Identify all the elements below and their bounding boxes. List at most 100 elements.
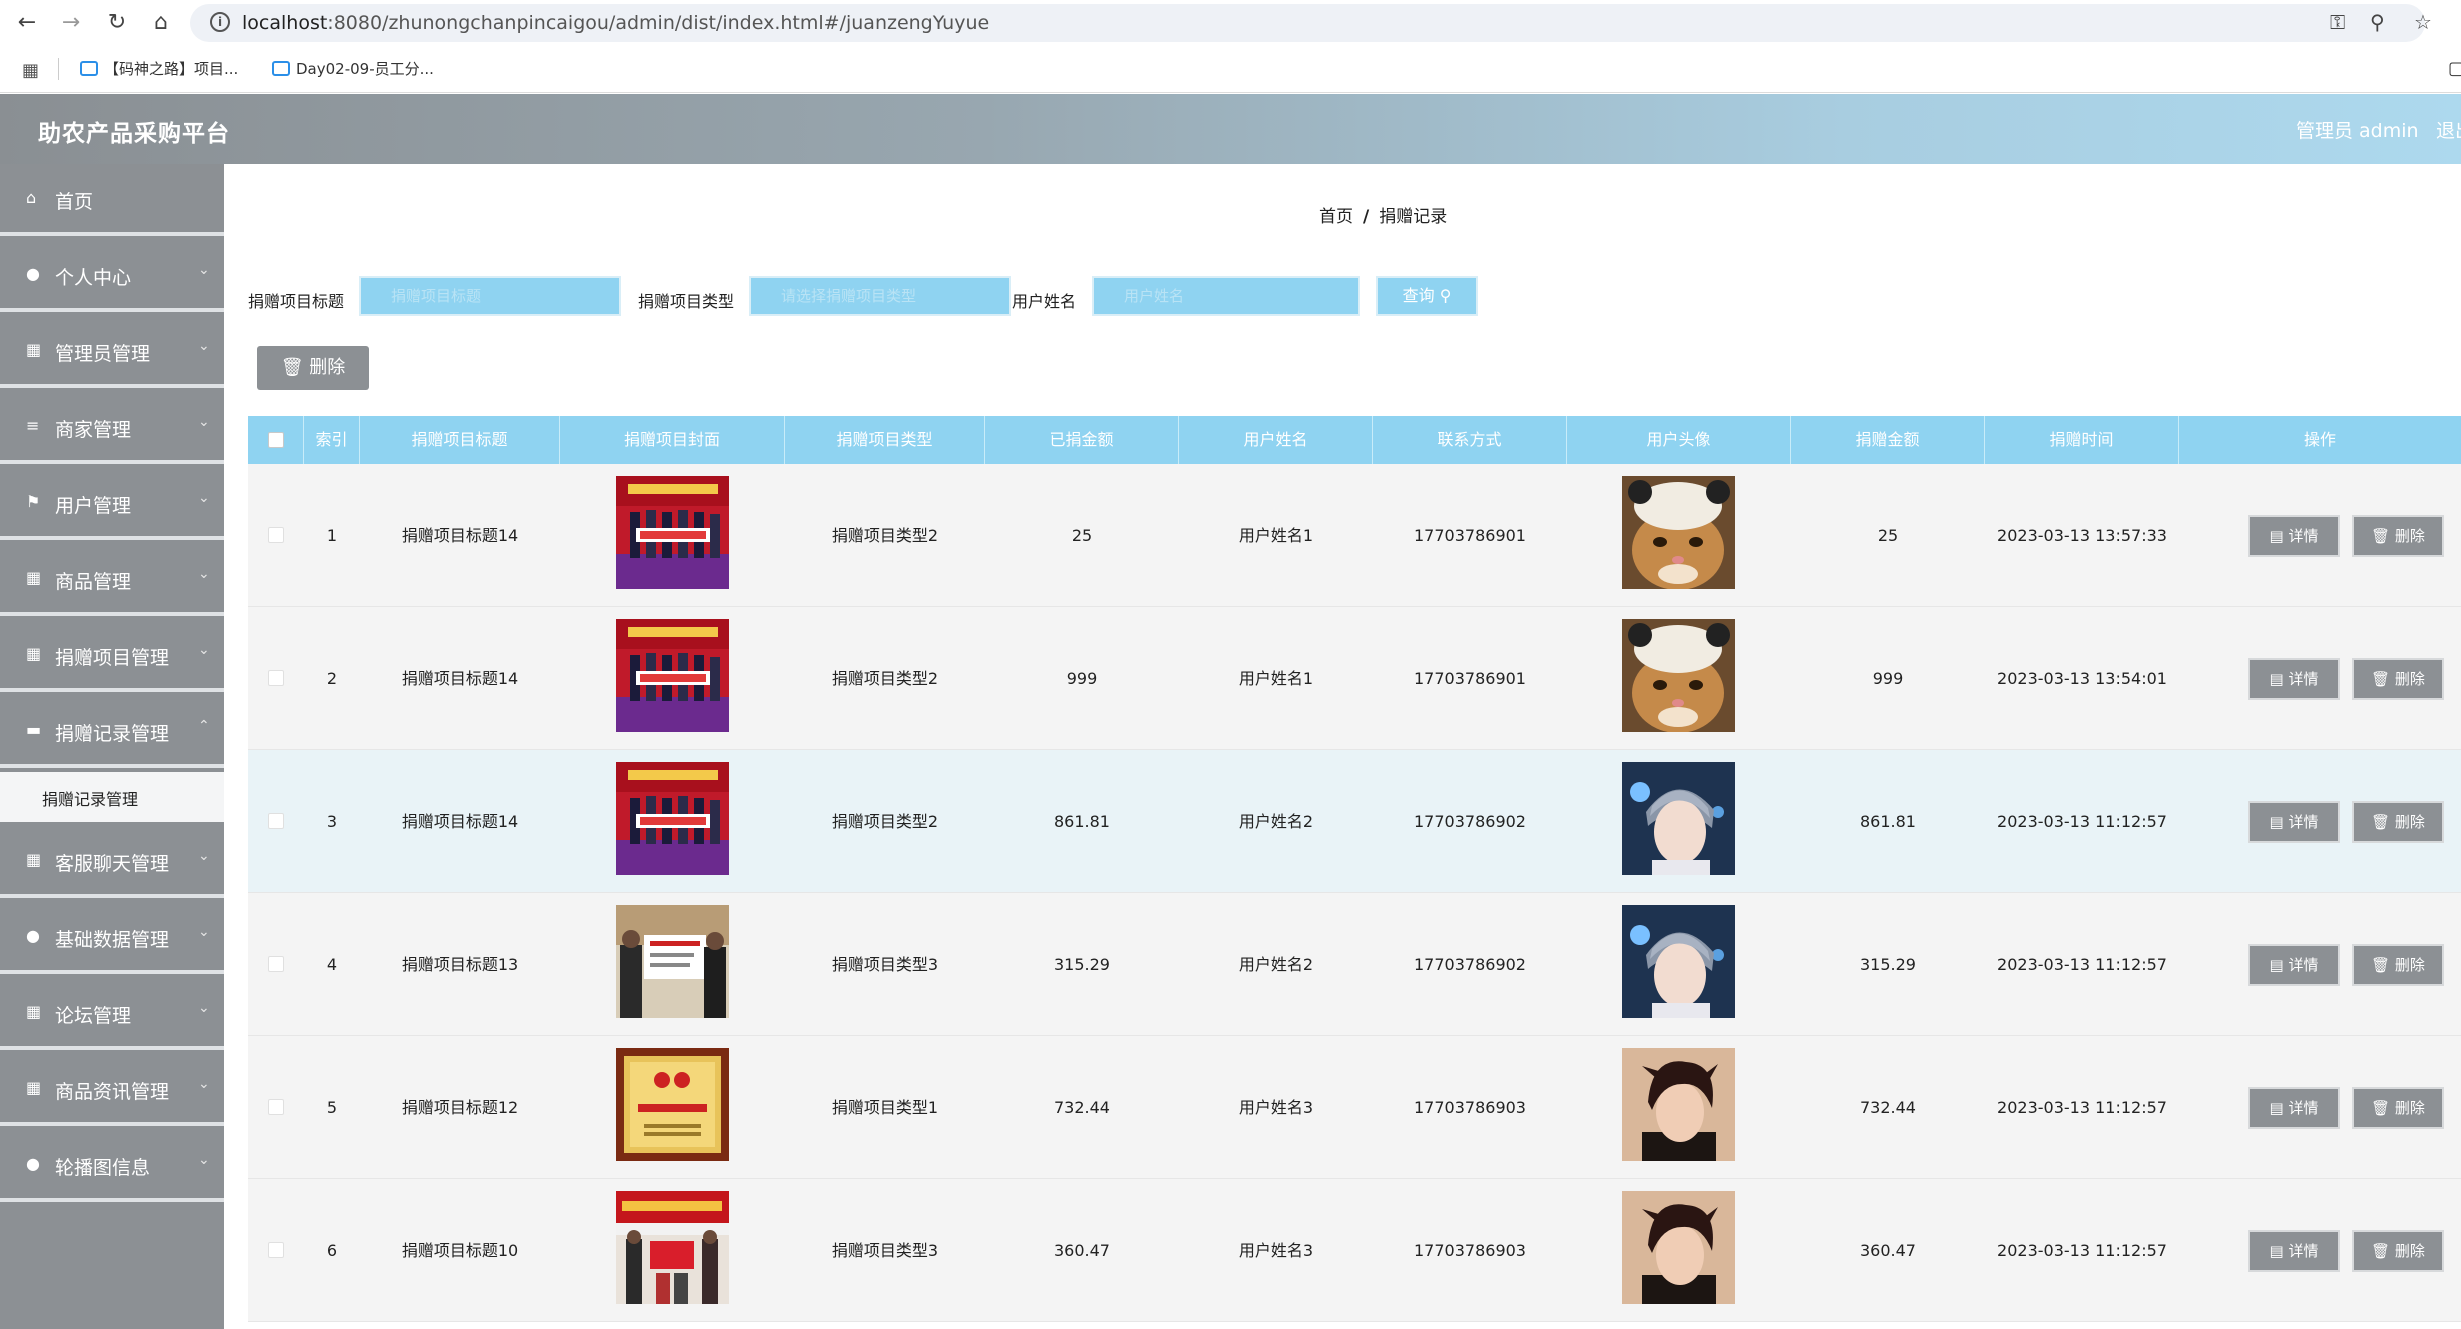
cell-type: 捐赠项目类型2 xyxy=(831,669,939,688)
row-delete-button[interactable]: 🗑 删除 xyxy=(2352,1087,2444,1129)
bookmark-item[interactable]: Day02-09-员工分... xyxy=(272,58,434,79)
user-avatar-image xyxy=(1622,619,1735,732)
breadcrumb: 首页 / 捐赠记录 xyxy=(1319,202,1447,227)
cell-time: 2023-03-13 11:12:57 xyxy=(1997,1241,2167,1260)
row-checkbox[interactable] xyxy=(268,670,284,686)
sidebar-item-profile[interactable]: ● 个人中心 ⌄ xyxy=(0,240,224,312)
user-avatar-image xyxy=(1622,1191,1735,1304)
project-cover-image xyxy=(616,1191,729,1304)
card-icon: ▬ xyxy=(26,720,42,739)
row-checkbox[interactable] xyxy=(268,956,284,972)
cell-title: 捐赠项目标题14 xyxy=(401,812,519,831)
zoom-icon[interactable]: ⚲ xyxy=(2370,10,2385,34)
project-cover-image xyxy=(616,476,729,589)
detail-button[interactable]: ▤ 详情 xyxy=(2248,658,2340,700)
grid-icon: ▦ xyxy=(26,568,42,587)
sidebar-item-users[interactable]: ⚑ 用户管理 ⌄ xyxy=(0,468,224,540)
name-search-input[interactable]: 用户姓名 xyxy=(1092,276,1360,316)
header-actions: 操作 xyxy=(2303,430,2336,449)
app-header: 助农产品采购平台 管理员 admin 退出 xyxy=(0,94,2461,164)
cell-amount: 999 xyxy=(1872,669,1904,688)
query-button[interactable]: 查询 ⚲ xyxy=(1376,276,1478,316)
title-search-label: 捐赠项目标题 xyxy=(248,292,345,311)
cell-user: 用户姓名1 xyxy=(1238,669,1314,688)
chevron-down-icon: ⌄ xyxy=(198,1076,210,1092)
sidebar-item-merchants[interactable]: ≡ 商家管理 ⌄ xyxy=(0,392,224,464)
password-key-icon[interactable]: ⚿ xyxy=(2330,10,2345,34)
project-cover-image xyxy=(616,762,729,875)
row-delete-button[interactable]: 🗑 删除 xyxy=(2352,658,2444,700)
sidebar-item-donation-projects[interactable]: ▦ 捐赠项目管理 ⌄ xyxy=(0,620,224,692)
submenu-item-donation-records[interactable]: 捐赠记录管理 xyxy=(0,772,224,822)
row-delete-button[interactable]: 🗑 删除 xyxy=(2352,515,2444,557)
chevron-down-icon: ⌄ xyxy=(198,924,210,940)
cell-type: 捐赠项目类型2 xyxy=(831,812,939,831)
sidebar-item-donation-records[interactable]: ▬ 捐赠记录管理 ⌃ xyxy=(0,696,224,768)
user-avatar-image xyxy=(1622,905,1735,1018)
detail-button[interactable]: ▤ 详情 xyxy=(2248,801,2340,843)
sidebar-item-forum[interactable]: ▦ 论坛管理 ⌄ xyxy=(0,978,224,1050)
cell-index: 4 xyxy=(326,955,338,974)
site-info-icon[interactable]: i xyxy=(210,12,230,32)
detail-button[interactable]: ▤ 详情 xyxy=(2248,944,2340,986)
sidebar-item-base-data[interactable]: ● 基础数据管理 ⌄ xyxy=(0,902,224,974)
grid-icon: ▦ xyxy=(26,1002,42,1021)
cell-phone: 17703786903 xyxy=(1414,1241,1526,1260)
detail-button[interactable]: ▤ 详情 xyxy=(2248,1087,2340,1129)
header-index: 索引 xyxy=(304,416,360,464)
detail-button[interactable]: ▤ 详情 xyxy=(2248,515,2340,557)
row-delete-button[interactable]: 🗑 删除 xyxy=(2352,944,2444,986)
user-icon: ● xyxy=(26,926,40,945)
batch-delete-button[interactable]: 🗑 删除 xyxy=(257,346,369,390)
table-row[interactable]: 1 捐赠项目标题14 捐赠项目类型2 25 用户姓名1 17703786901 25 2023… xyxy=(248,464,2461,607)
cell-amount: 360.47 xyxy=(1860,1241,1916,1260)
bookmark-star-icon[interactable]: ☆ xyxy=(2414,10,2432,34)
cell-raised: 25 xyxy=(1071,526,1093,545)
cell-raised: 861.81 xyxy=(1054,812,1110,831)
table-row[interactable]: 2 捐赠项目标题14 捐赠项目类型2 999 用户姓名1 17703786901 999 20… xyxy=(248,607,2461,750)
sidebar-item-admins[interactable]: ▦ 管理员管理 ⌄ xyxy=(0,316,224,388)
table-row[interactable]: 3 捐赠项目标题14 捐赠项目类型2 861.81 用户姓名2 17703786902 86… xyxy=(248,750,2461,893)
row-checkbox[interactable] xyxy=(268,527,284,543)
cell-time: 2023-03-13 11:12:57 xyxy=(1997,955,2167,974)
sidebar-item-carousel[interactable]: ● 轮播图信息 ⌄ xyxy=(0,1130,224,1202)
logout-link[interactable]: 退出 xyxy=(2436,116,2461,143)
row-delete-button[interactable]: 🗑 删除 xyxy=(2352,1230,2444,1272)
chevron-down-icon: ⌄ xyxy=(198,1152,210,1168)
sidebar-item-products[interactable]: ▦ 商品管理 ⌄ xyxy=(0,544,224,616)
detail-button[interactable]: ▤ 详情 xyxy=(2248,1230,2340,1272)
row-delete-button[interactable]: 🗑 删除 xyxy=(2352,801,2444,843)
sidebar-item-home[interactable]: ⌂ 首页 xyxy=(0,164,224,236)
title-search-input[interactable]: 捐赠项目标题 xyxy=(359,276,621,316)
project-cover-image xyxy=(616,1048,729,1161)
trash-icon: 🗑 xyxy=(280,357,304,378)
address-bar[interactable]: i localhost:8080/zhunongchanpincaigou/ad… xyxy=(190,4,2432,42)
grid-icon: ▦ xyxy=(26,1078,42,1097)
sidebar-item-customer-chat[interactable]: ▦ 客服聊天管理 ⌄ xyxy=(0,826,224,898)
breadcrumb-home[interactable]: 首页 xyxy=(1319,207,1353,227)
forward-icon[interactable]: → xyxy=(56,8,86,38)
back-icon[interactable]: ← xyxy=(12,8,42,38)
table-row[interactable]: 6 捐赠项目标题10 捐赠项目类型3 360.47 用户姓名3 17703786903 36… xyxy=(248,1179,2461,1322)
type-select[interactable]: 请选择捐赠项目类型 xyxy=(749,276,1011,316)
home-icon[interactable]: ⌂ xyxy=(146,8,176,38)
row-checkbox[interactable] xyxy=(268,1242,284,1258)
breadcrumb-separator: / xyxy=(1363,207,1370,227)
tv-icon xyxy=(272,61,290,76)
row-checkbox[interactable] xyxy=(268,813,284,829)
breadcrumb-current: 捐赠记录 xyxy=(1379,207,1448,227)
cell-title: 捐赠项目标题14 xyxy=(401,526,519,545)
sidebar-item-news[interactable]: ▦ 商品资讯管理 ⌄ xyxy=(0,1054,224,1126)
bookmark-item[interactable]: 【码神之路】项目... xyxy=(80,58,238,79)
apps-grid-icon[interactable]: ▦ xyxy=(22,60,39,81)
row-checkbox[interactable] xyxy=(268,1099,284,1115)
all-bookmarks-icon[interactable]: ▢ xyxy=(2448,58,2461,79)
reload-icon[interactable]: ↻ xyxy=(102,8,132,38)
cell-title: 捐赠项目标题10 xyxy=(401,1241,519,1260)
table-row[interactable]: 4 捐赠项目标题13 捐赠项目类型3 315.29 用户姓名2 17703786902 31… xyxy=(248,893,2461,1036)
project-cover-image xyxy=(616,619,729,732)
url-text[interactable]: localhost:8080/zhunongchanpincaigou/admi… xyxy=(242,12,989,34)
table-row[interactable]: 5 捐赠项目标题12 捐赠项目类型1 732.44 用户姓名3 17703786903 73… xyxy=(248,1036,2461,1179)
select-all-checkbox[interactable] xyxy=(268,432,284,448)
cell-index: 3 xyxy=(326,812,338,831)
